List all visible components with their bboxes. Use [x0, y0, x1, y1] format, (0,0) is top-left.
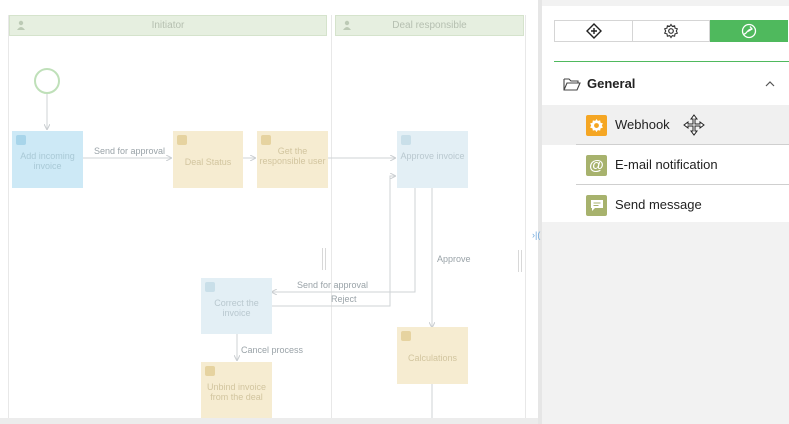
connection-label: Send for approval — [297, 280, 369, 290]
tab-add-block[interactable] — [554, 20, 633, 42]
connection-label: Reject — [331, 294, 357, 304]
task-unbind-invoice[interactable]: Unbind invoice from the deal — [201, 362, 272, 418]
process-canvas[interactable]: Initiator Deal responsible Add incoming … — [0, 0, 538, 424]
diamond-plus-icon — [585, 23, 602, 39]
tabs-divider — [554, 61, 789, 62]
document-task-icon — [177, 135, 187, 145]
connection-label: Cancel process — [241, 345, 304, 355]
task-deal-status[interactable]: Deal Status — [173, 131, 243, 188]
collapse-panel-icon[interactable]: ›|( — [532, 230, 540, 240]
user-task-icon — [205, 282, 215, 292]
document-task-icon — [205, 366, 215, 376]
task-add-incoming-invoice[interactable]: Add incoming invoice — [12, 131, 83, 188]
start-event[interactable] — [34, 68, 60, 94]
lane-resize-handle[interactable] — [518, 250, 522, 272]
task-get-responsible-user[interactable]: Get the responsible user — [257, 131, 328, 188]
task-label: Calculations — [407, 353, 458, 363]
list-item-email-notification[interactable]: @ E-mail notification — [542, 145, 789, 185]
connection-label: Send for approval — [94, 146, 166, 156]
group-title: General — [587, 76, 636, 91]
task-label: Unbind invoice from the deal — [206, 382, 267, 402]
task-approve-invoice[interactable]: Approve invoice — [397, 131, 468, 188]
tab-settings[interactable] — [632, 20, 710, 42]
user-task-icon — [401, 135, 411, 145]
document-task-icon — [401, 331, 411, 341]
lane-resize-handle[interactable] — [322, 248, 326, 270]
task-label: Add incoming invoice — [20, 151, 75, 171]
tab-logic[interactable] — [710, 20, 788, 42]
item-label: E-mail notification — [615, 157, 718, 172]
task-label: Correct the invoice — [214, 298, 259, 318]
task-label: Approve invoice — [400, 151, 465, 161]
chat-icon — [586, 195, 607, 216]
blocks-panel: General Webhook @ E-mail notification Se… — [542, 6, 789, 222]
move-cursor-icon — [683, 114, 705, 136]
connection-label: Approve — [437, 254, 471, 264]
task-label: Deal Status — [184, 157, 232, 167]
chevron-up-icon[interactable] — [765, 80, 775, 87]
branch-logic-icon — [741, 23, 757, 39]
gear-icon — [663, 23, 679, 39]
item-label: Send message — [615, 197, 702, 212]
group-header-general[interactable]: General — [554, 70, 789, 98]
list-item-send-message[interactable]: Send message — [542, 185, 789, 225]
gear-icon — [586, 115, 607, 136]
at-sign-icon: @ — [586, 155, 607, 176]
item-label: Webhook — [615, 117, 670, 132]
folder-open-icon — [563, 78, 581, 91]
user-task-icon — [16, 135, 26, 145]
gear-task-icon — [261, 135, 271, 145]
list-item-webhook[interactable]: Webhook — [542, 105, 789, 145]
task-calculations[interactable]: Calculations — [397, 327, 468, 384]
task-correct-invoice[interactable]: Correct the invoice — [201, 278, 272, 334]
horizontal-scrollbar[interactable] — [0, 418, 538, 424]
task-label: Get the responsible user — [259, 146, 326, 166]
